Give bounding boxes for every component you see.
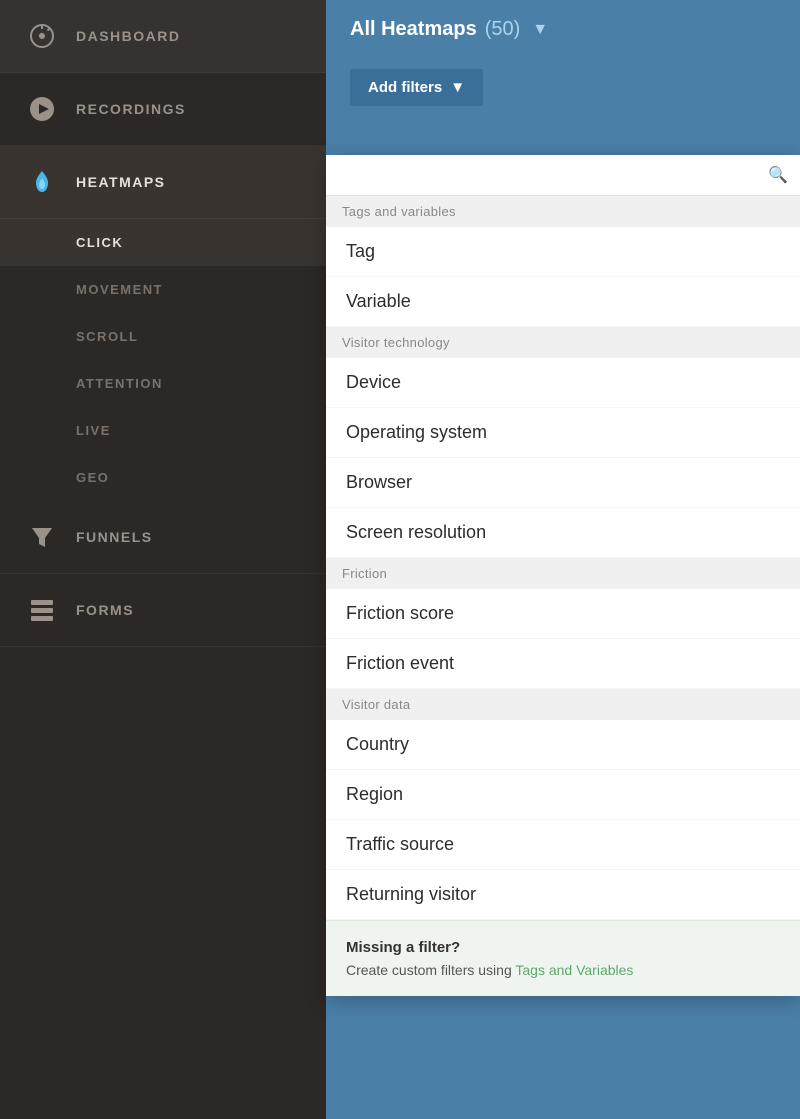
sidebar-subitem-live[interactable]: LIVE: [0, 407, 326, 454]
subitem-label-live: LIVE: [76, 423, 111, 438]
main-header: All Heatmaps (50) ▼: [326, 0, 800, 59]
dashboard-icon: [24, 18, 60, 54]
sidebar-item-label-dashboard: DASHBOARD: [76, 28, 181, 44]
filter-item-country[interactable]: Country: [326, 720, 800, 770]
page-title: All Heatmaps: [350, 18, 477, 41]
sidebar-item-recordings[interactable]: RECORDINGS: [0, 73, 326, 146]
dropdown-footer: Missing a filter? Create custom filters …: [326, 920, 800, 996]
section-header-tags-variables: Tags and variables: [326, 196, 800, 227]
sidebar-subitem-movement[interactable]: MOVEMENT: [0, 266, 326, 313]
missing-filter-description: Create custom filters using Tags and Var…: [346, 962, 780, 978]
sidebar-subitem-geo[interactable]: GEO: [0, 454, 326, 501]
recordings-icon: [24, 91, 60, 127]
sidebar-item-dashboard[interactable]: DASHBOARD: [0, 0, 326, 73]
filter-item-screen-resolution[interactable]: Screen resolution: [326, 508, 800, 558]
filter-item-traffic-source[interactable]: Traffic source: [326, 820, 800, 870]
add-filters-arrow-icon: ▼: [450, 79, 465, 96]
sidebar-item-label-forms: FORMS: [76, 602, 134, 618]
sidebar: DASHBOARD RECORDINGS HEATMAPS CLICK MOVE…: [0, 0, 326, 1119]
filter-item-variable[interactable]: Variable: [326, 277, 800, 327]
sidebar-item-label-heatmaps: HEATMAPS: [76, 174, 166, 190]
filters-dropdown: 🔍 Tags and variables Tag Variable Visito…: [326, 155, 800, 996]
subitem-label-click: CLICK: [76, 235, 123, 250]
subitem-label-attention: ATTENTION: [76, 376, 163, 391]
filter-item-device[interactable]: Device: [326, 358, 800, 408]
sidebar-item-forms[interactable]: FORMS: [0, 574, 326, 647]
filter-item-region[interactable]: Region: [326, 770, 800, 820]
sidebar-subitem-scroll[interactable]: SCROLL: [0, 313, 326, 360]
sidebar-item-funnels[interactable]: FUNNELS: [0, 501, 326, 574]
title-dropdown-arrow[interactable]: ▼: [532, 21, 548, 39]
section-header-visitor-data: Visitor data: [326, 689, 800, 720]
filter-search-input[interactable]: [338, 167, 768, 184]
subitem-label-movement: MOVEMENT: [76, 282, 163, 297]
main-content: All Heatmaps (50) ▼ Add filters ▼ 🔍 Tags…: [326, 0, 800, 1119]
subitem-label-geo: GEO: [76, 470, 109, 485]
add-filters-label: Add filters: [368, 79, 442, 96]
section-header-visitor-technology: Visitor technology: [326, 327, 800, 358]
funnels-icon: [24, 519, 60, 555]
sidebar-item-label-recordings: RECORDINGS: [76, 101, 186, 117]
filter-item-returning-visitor[interactable]: Returning visitor: [326, 870, 800, 920]
forms-icon: [24, 592, 60, 628]
filter-item-friction-score[interactable]: Friction score: [326, 589, 800, 639]
section-header-friction: Friction: [326, 558, 800, 589]
sidebar-item-label-funnels: FUNNELS: [76, 529, 153, 545]
sidebar-subitem-click[interactable]: CLICK: [0, 219, 326, 266]
filter-search-container: 🔍: [326, 155, 800, 196]
main-title: All Heatmaps (50) ▼: [350, 18, 548, 41]
sidebar-subitem-attention[interactable]: ATTENTION: [0, 360, 326, 407]
tags-variables-link[interactable]: Tags and Variables: [515, 962, 633, 978]
add-filters-button[interactable]: Add filters ▼: [350, 69, 483, 106]
sidebar-item-heatmaps[interactable]: HEATMAPS: [0, 146, 326, 219]
search-icon: 🔍: [768, 165, 788, 185]
heatmaps-icon: [24, 164, 60, 200]
missing-filter-title: Missing a filter?: [346, 939, 780, 956]
filter-item-tag[interactable]: Tag: [326, 227, 800, 277]
heatmap-count: (50): [485, 18, 521, 41]
filter-item-browser[interactable]: Browser: [326, 458, 800, 508]
filter-item-friction-event[interactable]: Friction event: [326, 639, 800, 689]
filter-item-operating-system[interactable]: Operating system: [326, 408, 800, 458]
subitem-label-scroll: SCROLL: [76, 329, 138, 344]
